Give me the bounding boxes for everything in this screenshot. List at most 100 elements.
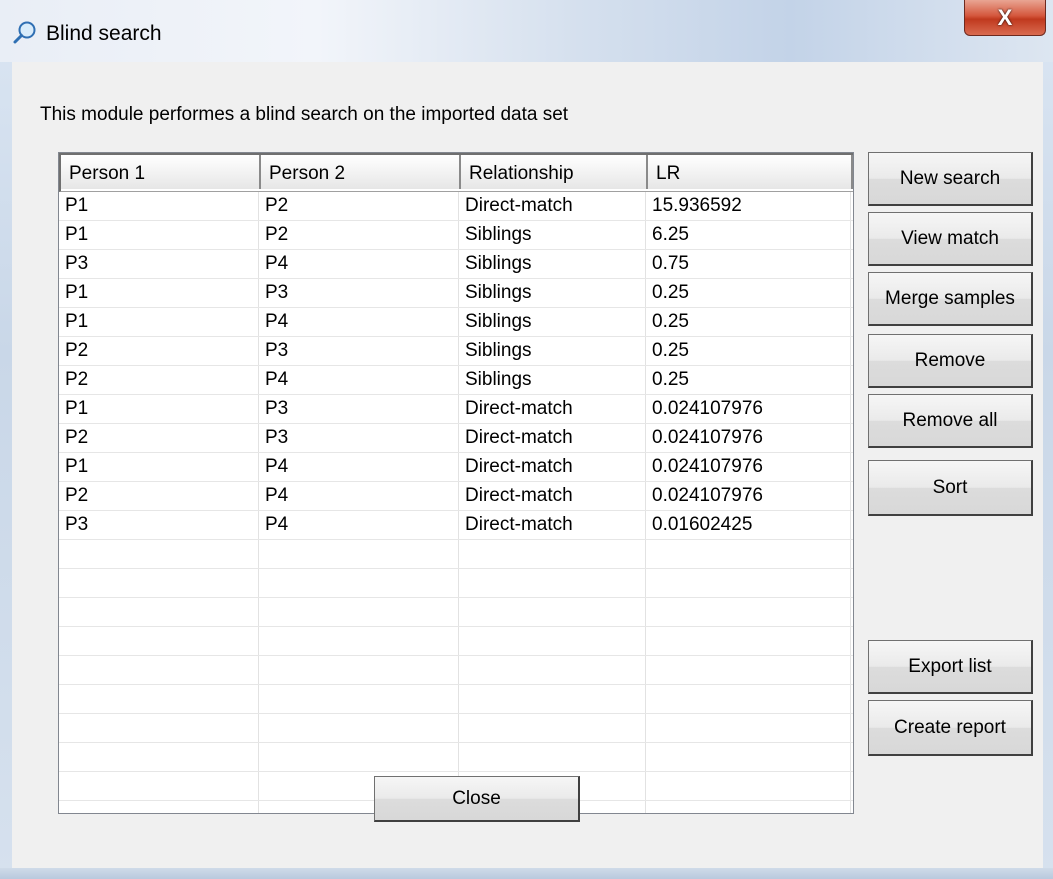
sort-button[interactable]: Sort	[868, 460, 1033, 516]
remove-button[interactable]: Remove	[868, 334, 1033, 388]
table-row[interactable]: P1 P2 Siblings 6.25	[59, 221, 853, 250]
table-row[interactable]: P1 P4 Direct-match 0.024107976	[59, 453, 853, 482]
table-cell	[646, 685, 851, 713]
table-row[interactable]: P2 P4 Direct-match 0.024107976	[59, 482, 853, 511]
table-cell	[646, 598, 851, 626]
table-cell: P2	[59, 337, 259, 365]
empty-table-row	[59, 598, 853, 627]
table-cell: P3	[259, 395, 459, 423]
table-cell: P2	[59, 424, 259, 452]
table-cell	[646, 656, 851, 684]
table-cell: P1	[59, 395, 259, 423]
remove-all-button[interactable]: Remove all	[868, 394, 1033, 448]
table-cell: Direct-match	[459, 395, 646, 423]
table-cell: P4	[259, 482, 459, 510]
table-cell: Siblings	[459, 308, 646, 336]
table-row[interactable]: P3 P4 Siblings 0.75	[59, 250, 853, 279]
table-row[interactable]: P2 P3 Direct-match 0.024107976	[59, 424, 853, 453]
table-cell: 15.936592	[646, 192, 851, 220]
table-cell	[59, 714, 259, 742]
create-report-button[interactable]: Create report	[868, 700, 1033, 756]
table-row[interactable]: P1 P3 Siblings 0.25	[59, 279, 853, 308]
column-header-relationship[interactable]: Relationship	[461, 155, 648, 189]
new-search-button[interactable]: New search	[868, 152, 1033, 206]
table-cell: 0.25	[646, 279, 851, 307]
table-cell	[59, 772, 259, 800]
table-cell: 0.25	[646, 366, 851, 394]
table-cell: Direct-match	[459, 192, 646, 220]
table-cell	[59, 743, 259, 771]
results-table[interactable]: Person 1 Person 2 Relationship LR P1 P2 Di…	[58, 152, 854, 814]
table-cell: 6.25	[646, 221, 851, 249]
table-cell	[59, 627, 259, 655]
table-cell: Direct-match	[459, 482, 646, 510]
table-cell: P2	[259, 192, 459, 220]
table-cell: P4	[259, 366, 459, 394]
table-cell	[646, 801, 851, 813]
close-button[interactable]: Close	[374, 776, 580, 822]
table-row[interactable]: P1 P3 Direct-match 0.024107976	[59, 395, 853, 424]
table-cell: Siblings	[459, 337, 646, 365]
table-cell: P2	[259, 221, 459, 249]
table-cell: 0.25	[646, 308, 851, 336]
table-cell: P2	[59, 482, 259, 510]
window-title: Blind search	[46, 22, 162, 45]
table-cell: P3	[259, 337, 459, 365]
empty-table-row	[59, 656, 853, 685]
table-cell: Direct-match	[459, 453, 646, 481]
table-cell	[459, 656, 646, 684]
empty-table-row	[59, 685, 853, 714]
table-row[interactable]: P2 P3 Siblings 0.25	[59, 337, 853, 366]
table-cell	[259, 569, 459, 597]
table-cell	[59, 801, 259, 813]
table-cell	[646, 627, 851, 655]
dialog-body: This module performes a blind search on …	[12, 62, 1043, 868]
table-cell	[646, 540, 851, 568]
table-cell: P3	[259, 279, 459, 307]
window-frame-bottom	[0, 868, 1053, 879]
table-cell: P3	[59, 250, 259, 278]
empty-table-row	[59, 627, 853, 656]
table-cell: 0.75	[646, 250, 851, 278]
export-list-button[interactable]: Export list	[868, 640, 1033, 694]
table-cell	[646, 743, 851, 771]
column-header-person-1[interactable]: Person 1	[61, 155, 261, 189]
view-match-button[interactable]: View match	[868, 212, 1033, 266]
empty-table-row	[59, 743, 853, 772]
table-cell	[259, 685, 459, 713]
table-cell: Direct-match	[459, 511, 646, 539]
table-cell: P4	[259, 511, 459, 539]
table-cell: P3	[259, 424, 459, 452]
table-cell	[459, 627, 646, 655]
table-row[interactable]: P3 P4 Direct-match 0.01602425	[59, 511, 853, 540]
table-cell: P1	[59, 308, 259, 336]
table-cell	[646, 569, 851, 597]
table-row[interactable]: P1 P4 Siblings 0.25	[59, 308, 853, 337]
table-row[interactable]: P2 P4 Siblings 0.25	[59, 366, 853, 395]
column-header-lr[interactable]: LR	[648, 155, 853, 189]
merge-samples-button[interactable]: Merge samples	[868, 272, 1033, 326]
magnifier-icon	[13, 21, 36, 44]
table-header: Person 1 Person 2 Relationship LR	[59, 153, 853, 192]
table-cell: Siblings	[459, 221, 646, 249]
table-cell	[59, 569, 259, 597]
table-cell: P2	[59, 366, 259, 394]
title-bar[interactable]: Blind search X	[0, 0, 1053, 62]
empty-table-row	[59, 714, 853, 743]
table-cell: 0.024107976	[646, 482, 851, 510]
close-window-button[interactable]: X	[964, 0, 1046, 36]
table-cell: 0.024107976	[646, 453, 851, 481]
table-cell	[459, 569, 646, 597]
empty-table-row	[59, 569, 853, 598]
table-cell	[459, 540, 646, 568]
table-cell	[59, 685, 259, 713]
table-cell: P1	[59, 192, 259, 220]
table-cell: 0.024107976	[646, 424, 851, 452]
column-header-person-2[interactable]: Person 2	[261, 155, 461, 189]
table-body: P1 P2 Direct-match 15.936592 P1 P2 Siblings 6.2…	[59, 192, 853, 813]
table-row[interactable]: P1 P2 Direct-match 15.936592	[59, 192, 853, 221]
table-cell	[459, 685, 646, 713]
table-cell: P4	[259, 308, 459, 336]
table-cell: Direct-match	[459, 424, 646, 452]
table-cell: P4	[259, 250, 459, 278]
